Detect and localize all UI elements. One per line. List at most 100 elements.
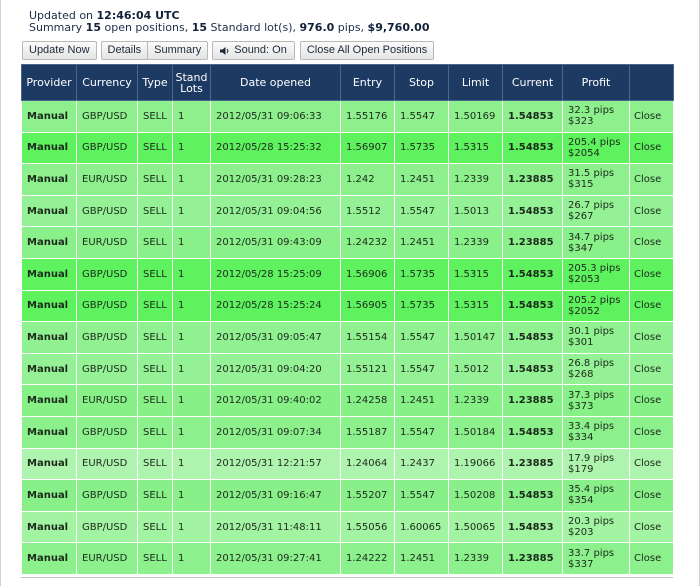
cell-provider: Manual: [21, 542, 77, 575]
profit-money: $373: [568, 400, 594, 412]
column-header-entry[interactable]: Entry: [340, 64, 395, 101]
close-position-link[interactable]: Close: [629, 257, 674, 291]
column-header-action: [629, 64, 674, 101]
close-position-link[interactable]: Close: [629, 384, 674, 417]
cell-profit: 33.4 pips $334: [562, 415, 630, 449]
cell-type: SELL: [137, 321, 173, 354]
cell-stop: 1.5547: [394, 479, 449, 512]
cell-current: 1.23885: [502, 447, 563, 481]
column-header-type[interactable]: Type: [137, 64, 173, 101]
close-position-link[interactable]: Close: [629, 352, 674, 386]
cell-current: 1.54853: [502, 415, 563, 449]
cell-lots: 1: [172, 479, 211, 512]
column-header-provider[interactable]: Provider: [21, 64, 77, 101]
cell-profit: 26.7 pips $267: [562, 194, 630, 228]
cell-limit: 1.5012: [448, 352, 503, 386]
update-now-button[interactable]: Update Now: [22, 41, 97, 60]
profit-money: $179: [568, 463, 594, 475]
column-header-limit[interactable]: Limit: [448, 64, 503, 101]
table-row: Manual GBP/USD SELL 1 2012/05/31 11:48:11 1.5…: [21, 510, 674, 544]
sound-label: Sound: On: [234, 44, 287, 56]
cell-date-opened: 2012/05/31 09:07:34: [210, 415, 341, 449]
close-position-link[interactable]: Close: [629, 289, 674, 323]
close-position-link[interactable]: Close: [629, 415, 674, 449]
cell-currency: GBP/USD: [76, 321, 138, 354]
cell-limit: 1.5315: [448, 289, 503, 323]
cell-current: 1.54853: [502, 289, 563, 323]
profit-pips: 35.4 pips: [568, 484, 615, 496]
cell-date-opened: 2012/05/31 09:04:56: [210, 194, 341, 228]
cell-type: SELL: [137, 384, 173, 417]
cell-lots: 1: [172, 163, 211, 196]
cell-current: 1.54853: [502, 352, 563, 386]
profit-pips: 31.5 pips: [568, 168, 615, 180]
table-row: Manual GBP/USD SELL 1 2012/05/31 09:05:47 1.5…: [21, 321, 674, 354]
column-header-profit[interactable]: Profit: [562, 64, 630, 101]
close-position-link[interactable]: Close: [629, 226, 674, 259]
cell-current: 1.23885: [502, 384, 563, 417]
close-position-link[interactable]: Close: [629, 510, 674, 544]
column-header-stop[interactable]: Stop: [394, 64, 449, 101]
cell-currency: EUR/USD: [76, 542, 138, 575]
profit-money: $347: [568, 242, 594, 254]
close-position-link[interactable]: Close: [629, 100, 674, 133]
summary-button[interactable]: Summary: [148, 41, 209, 60]
close-position-link[interactable]: Close: [629, 321, 674, 354]
table-row: Manual EUR/USD SELL 1 2012/05/31 09:27:41 1.2…: [21, 542, 674, 575]
summary-line: Summary 15 open positions, 15 Standard l…: [29, 22, 429, 34]
cell-date-opened: 2012/05/31 09:43:09: [210, 226, 341, 259]
cell-profit: 30.1 pips $301: [562, 321, 630, 354]
cell-stop: 1.5735: [394, 257, 449, 291]
cell-lots: 1: [172, 100, 211, 133]
cell-type: SELL: [137, 479, 173, 512]
table-row: Manual GBP/USD SELL 1 2012/05/28 15:25:09 1.5…: [21, 257, 674, 291]
cell-type: SELL: [137, 510, 173, 544]
profit-pips: 32.3 pips: [568, 105, 615, 117]
column-header-date-opened[interactable]: Date opened: [210, 64, 341, 101]
close-position-link[interactable]: Close: [629, 163, 674, 196]
table-row: Manual EUR/USD SELL 1 2012/05/31 09:43:09 1.2…: [21, 226, 674, 259]
details-button[interactable]: Details: [100, 41, 149, 60]
cell-currency: GBP/USD: [76, 194, 138, 228]
close-position-link[interactable]: Close: [629, 447, 674, 481]
cell-currency: GBP/USD: [76, 415, 138, 449]
cell-type: SELL: [137, 447, 173, 481]
cell-stop: 1.2451: [394, 384, 449, 417]
cell-stop: 1.2437: [394, 447, 449, 481]
column-header-currency[interactable]: Currency: [76, 64, 138, 101]
cell-lots: 1: [172, 510, 211, 544]
cell-stop: 1.60065: [394, 510, 449, 544]
cell-currency: EUR/USD: [76, 163, 138, 196]
cell-limit: 1.5315: [448, 257, 503, 291]
cell-currency: GBP/USD: [76, 352, 138, 386]
cell-type: SELL: [137, 226, 173, 259]
cell-currency: GBP/USD: [76, 100, 138, 133]
sound-toggle-button[interactable]: Sound: On: [212, 41, 295, 60]
profit-money: $267: [568, 211, 594, 223]
cell-date-opened: 2012/05/31 09:40:02: [210, 384, 341, 417]
cell-current: 1.23885: [502, 163, 563, 196]
close-position-link[interactable]: Close: [629, 479, 674, 512]
column-header-current[interactable]: Current: [502, 64, 563, 101]
close-position-link[interactable]: Close: [629, 542, 674, 575]
column-header-lots[interactable]: Stand Lots: [172, 64, 211, 101]
cell-limit: 1.50169: [448, 100, 503, 133]
profit-pips: 17.9 pips: [568, 452, 615, 464]
view-toggle-group: Details Summary: [100, 41, 209, 60]
profit-money: $2052: [568, 305, 600, 317]
cell-lots: 1: [172, 384, 211, 417]
profit-pips: 33.7 pips: [568, 547, 615, 559]
profit-pips: 205.2 pips: [568, 294, 621, 306]
cell-type: SELL: [137, 257, 173, 291]
close-position-link[interactable]: Close: [629, 194, 674, 228]
cell-date-opened: 2012/05/31 11:48:11: [210, 510, 341, 544]
cell-limit: 1.50184: [448, 415, 503, 449]
close-position-link[interactable]: Close: [629, 131, 674, 165]
open-positions-count: 15: [85, 21, 101, 34]
cell-entry: 1.55056: [340, 510, 395, 544]
cell-provider: Manual: [21, 163, 77, 196]
cell-provider: Manual: [21, 384, 77, 417]
table-bottom-divider: [21, 577, 673, 578]
cell-lots: 1: [172, 289, 211, 323]
close-all-positions-button[interactable]: Close All Open Positions: [299, 41, 435, 60]
